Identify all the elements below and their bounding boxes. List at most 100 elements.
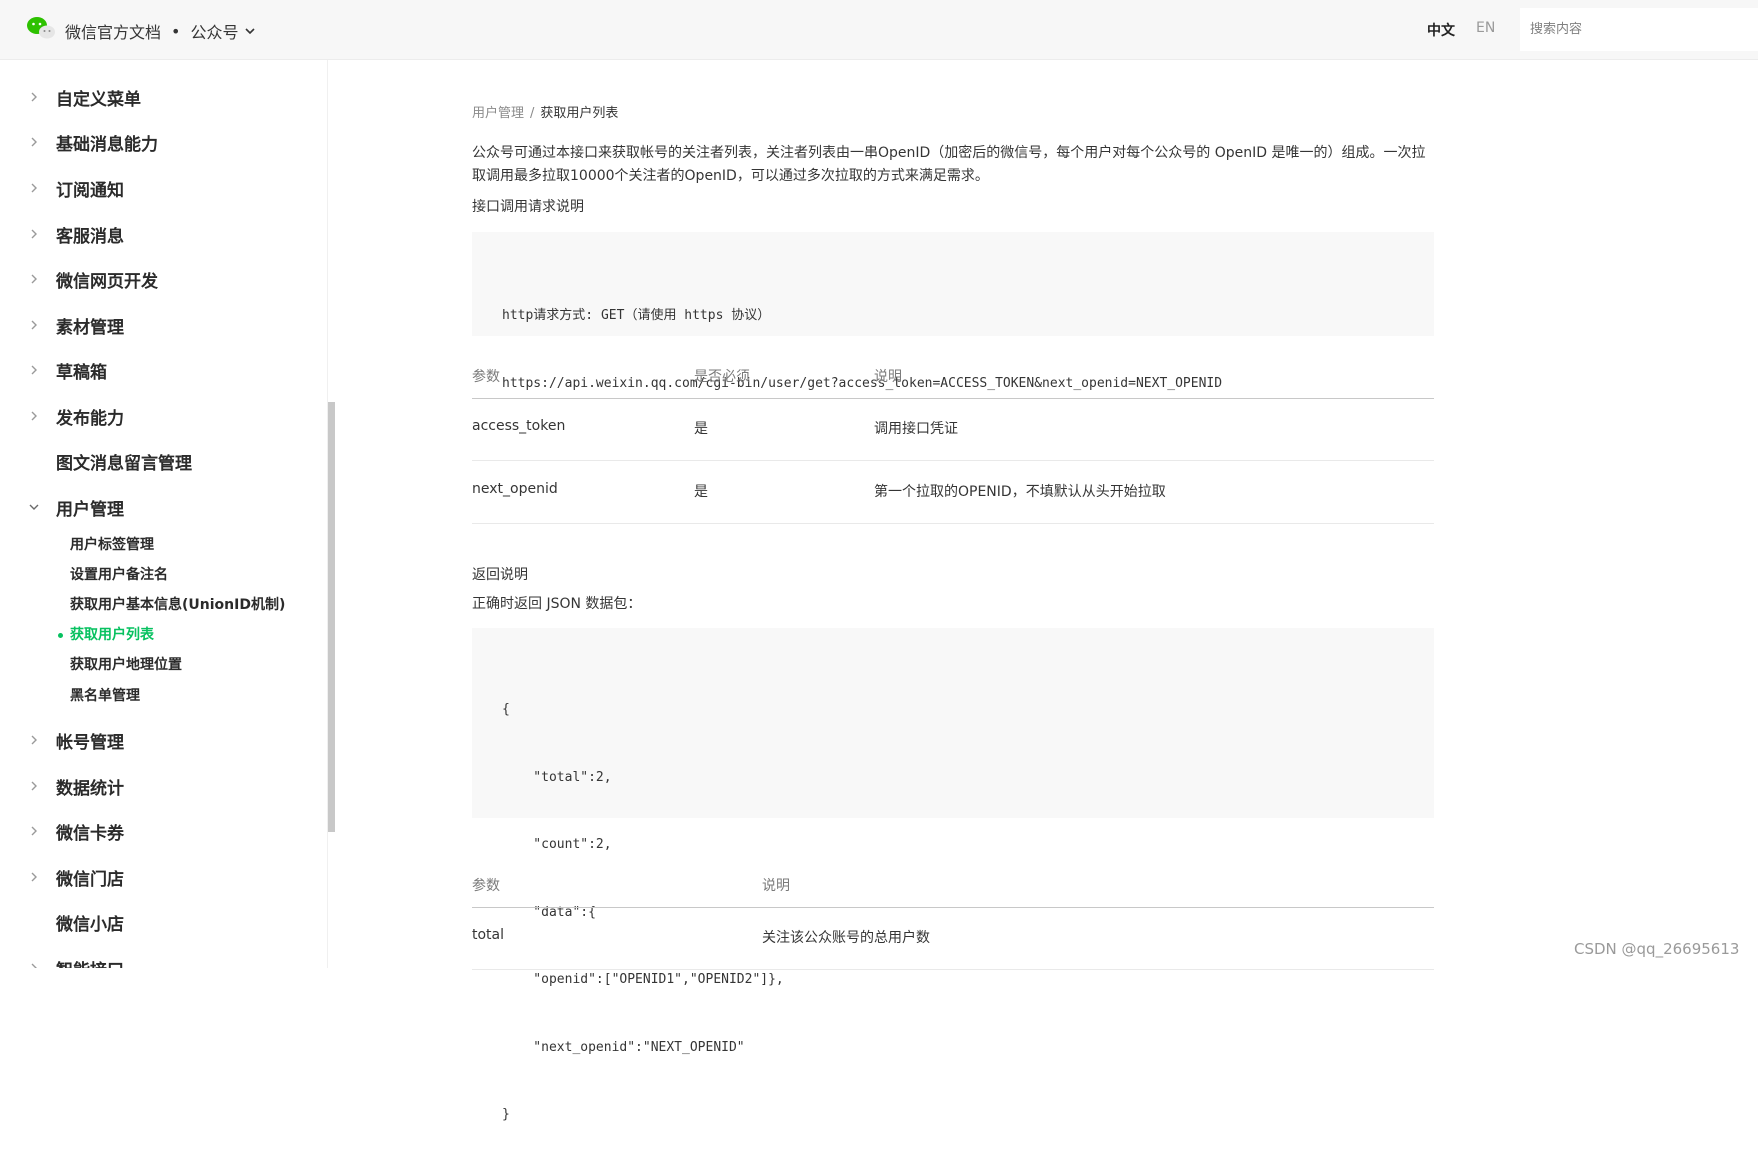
table-cell: total	[472, 927, 505, 943]
code-line: "openid":["OPENID1","OPENID2"]},	[502, 972, 784, 987]
breadcrumb-current: 获取用户列表	[540, 106, 619, 121]
sidebar-item-drafts[interactable]: 草稿箱	[0, 355, 320, 385]
table-cell: 是	[694, 421, 708, 437]
chevron-right-icon	[31, 229, 37, 239]
sidebar-item-mini-shop[interactable]: 微信小店	[0, 907, 320, 937]
sidebar-subitem-user-tags[interactable]: 用户标签管理	[70, 534, 154, 556]
sidebar-subitem-user-info[interactable]: 获取用户基本信息(UnionID机制)	[70, 594, 285, 616]
sidebar-subitem-user-location[interactable]: 获取用户地理位置	[70, 654, 182, 676]
table-header-row: 参数 说明	[472, 861, 1434, 908]
chevron-right-icon	[31, 781, 37, 791]
table-header-cell: 参数	[472, 369, 500, 385]
sidebar-item-label: 基础消息能力	[56, 134, 158, 155]
table-header-cell: 说明	[874, 369, 902, 385]
brand-separator: •	[171, 21, 181, 41]
sidebar-item-label: 微信卡券	[56, 823, 124, 844]
chevron-right-icon	[31, 735, 37, 745]
sidebar-subitem-user-list[interactable]: 获取用户列表	[70, 624, 154, 646]
chevron-right-icon	[31, 274, 37, 284]
sidebar-item-label: 图文消息留言管理	[56, 453, 192, 474]
sidebar-item-web-dev[interactable]: 微信网页开发	[0, 264, 320, 294]
sidebar-item-label: 客服消息	[56, 226, 124, 247]
chevron-right-icon	[31, 320, 37, 330]
sidebar-item-label: 智能接口	[56, 956, 124, 969]
sidebar-subitem-blacklist[interactable]: 黑名单管理	[70, 685, 140, 707]
code-line: "next_openid":"NEXT_OPENID"	[502, 1039, 745, 1055]
brand-nav[interactable]: 微信官方文档 • 公众号	[65, 19, 256, 43]
chevron-right-icon	[31, 411, 37, 421]
code-line: http请求方式: GET（请使用 https 协议）	[502, 308, 771, 323]
request-code-block: http请求方式: GET（请使用 https 协议） https://api.…	[472, 232, 1434, 391]
table-cell: 调用接口凭证	[874, 421, 958, 437]
intro-line: 公众号可通过本接口来获取帐号的关注者列表，关注者列表由一串OpenID（加密后的…	[472, 145, 1426, 161]
sidebar-item-publish[interactable]: 发布能力	[0, 401, 320, 431]
table-header-cell: 参数	[472, 878, 500, 894]
sidebar-item-material[interactable]: 素材管理	[0, 310, 320, 340]
sidebar-subitem-user-remark[interactable]: 设置用户备注名	[70, 564, 168, 586]
table-row: total 关注该公众账号的总用户数	[472, 907, 1434, 970]
return-section-title: 返回说明	[472, 567, 528, 583]
sidebar-item-comment-manage[interactable]: 图文消息留言管理	[0, 446, 320, 476]
sidebar-item-custom-menu[interactable]: 自定义菜单	[0, 82, 320, 112]
intro-paragraph: 公众号可通过本接口来获取帐号的关注者列表，关注者列表由一串OpenID（加密后的…	[472, 142, 1434, 188]
sidebar-item-store[interactable]: 微信门店	[0, 862, 320, 892]
product-dropdown[interactable]: 公众号	[190, 19, 238, 43]
sidebar-item-account-manage[interactable]: 帐号管理	[0, 725, 320, 755]
sidebar-item-statistics[interactable]: 数据统计	[0, 771, 320, 801]
sidebar-item-label: 用户管理	[56, 499, 124, 520]
sidebar-item-label: 微信门店	[56, 869, 124, 890]
lang-zh-link[interactable]: 中文	[1427, 20, 1455, 40]
code-line: "total":2,	[502, 769, 612, 785]
chevron-right-icon	[31, 183, 37, 193]
sidebar-item-label: 帐号管理	[56, 732, 124, 753]
table-header-cell: 说明	[762, 878, 790, 894]
request-section-title: 接口调用请求说明	[472, 199, 584, 215]
search-input[interactable]	[1520, 8, 1758, 51]
breadcrumb-separator: /	[530, 106, 535, 121]
sidebar-item-user-manage[interactable]: 用户管理	[0, 492, 320, 522]
sidebar-item-label: 自定义菜单	[56, 89, 141, 110]
code-line: {	[502, 702, 510, 717]
sidebar-item-customer-service[interactable]: 客服消息	[0, 219, 320, 249]
sidebar-item-smart-api[interactable]: 智能接口	[0, 953, 320, 968]
sidebar-item-label: 发布能力	[56, 408, 124, 429]
active-indicator	[58, 633, 63, 638]
table-row: next_openid 是 第一个拉取的OPENID，不填默认从头开始拉取	[472, 461, 1434, 524]
chevron-down-icon	[29, 504, 39, 510]
sidebar-item-basic-message[interactable]: 基础消息能力	[0, 127, 320, 157]
chevron-right-icon	[31, 365, 37, 375]
wechat-logo-icon[interactable]	[26, 16, 56, 40]
intro-line: 取调用最多拉取10000个关注者的OpenID，可以通过多次拉取的方式来满足需求…	[472, 168, 989, 184]
brand-title[interactable]: 微信官方文档	[65, 19, 161, 43]
table-cell: 是	[694, 484, 708, 500]
sidebar-item-label: 微信小店	[56, 914, 124, 935]
sidebar-item-label: 微信网页开发	[56, 271, 158, 292]
return-code-block: { "total":2, "count":2, "data":{ "openid…	[472, 628, 1434, 1122]
lang-en-link[interactable]: EN	[1476, 20, 1495, 36]
sidebar-item-label: 数据统计	[56, 778, 124, 799]
table-header-cell: 是否必须	[694, 369, 750, 385]
sidebar-item-label: 草稿箱	[56, 362, 107, 383]
sidebar-item-subscribe-notice[interactable]: 订阅通知	[0, 173, 320, 203]
table-cell: next_openid	[472, 481, 558, 497]
sidebar-item-label: 订阅通知	[56, 180, 124, 201]
table-cell: access_token	[472, 418, 566, 434]
table-row: access_token 是 调用接口凭证	[472, 398, 1434, 461]
code-line: "count":2,	[502, 837, 612, 852]
sidebar-item-label: 素材管理	[56, 317, 124, 338]
breadcrumb-parent-link[interactable]: 用户管理	[472, 106, 524, 121]
breadcrumb: 用户管理 / 获取用户列表	[472, 102, 618, 121]
sidebar-item-card-coupon[interactable]: 微信卡券	[0, 816, 320, 846]
return-subtitle: 正确时返回 JSON 数据包：	[472, 596, 642, 612]
table-header-row: 参数 是否必须 说明	[472, 352, 1434, 399]
chevron-right-icon	[31, 963, 37, 968]
chevron-down-icon[interactable]	[244, 25, 256, 37]
csdn-watermark: CSDN @qq_26695613	[1574, 940, 1740, 958]
top-header: 微信官方文档 • 公众号 中文 EN	[0, 0, 1758, 60]
chevron-right-icon	[31, 872, 37, 882]
table-cell: 关注该公众账号的总用户数	[762, 930, 930, 946]
sidebar: 自定义菜单 基础消息能力 订阅通知 客服消息 微信网页开发 素材管理 草稿箱 发…	[0, 60, 328, 968]
code-line: }	[502, 1107, 510, 1122]
table-cell: 第一个拉取的OPENID，不填默认从头开始拉取	[874, 484, 1166, 500]
sidebar-scrollbar[interactable]	[328, 402, 335, 832]
